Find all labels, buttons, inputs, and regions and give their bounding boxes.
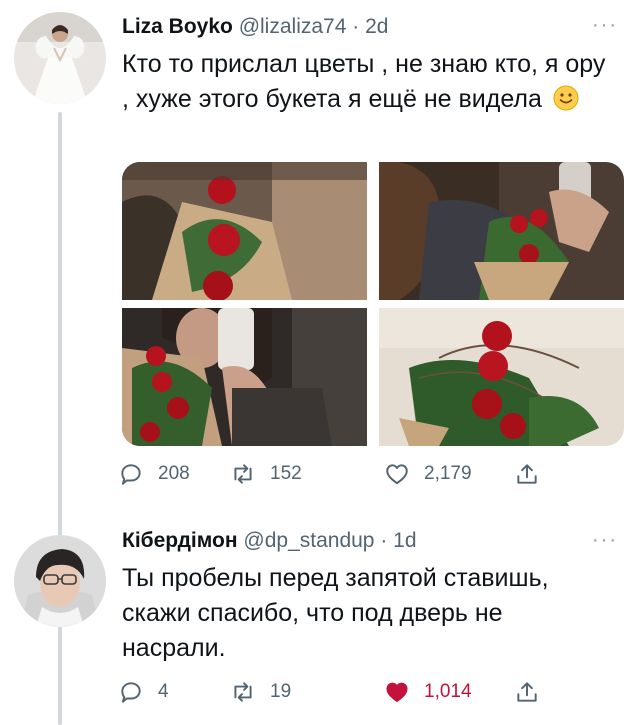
photo-2[interactable] — [379, 162, 624, 300]
share-icon — [517, 464, 537, 484]
media-grid — [122, 162, 624, 446]
photo-3[interactable] — [122, 308, 367, 446]
reply-icon — [121, 464, 141, 485]
like-count: 1,014 — [424, 681, 472, 702]
tweet-2[interactable]: Кібердімон @dp_standup · 1d ··· Ты пробе… — [0, 505, 640, 725]
retweet-button[interactable]: 19 — [230, 675, 291, 709]
retweet-button[interactable]: 152 — [230, 457, 302, 491]
avatar[interactable] — [14, 535, 106, 627]
share-icon — [517, 682, 537, 702]
retweet-count: 19 — [270, 681, 292, 702]
separator-dot: · — [352, 15, 360, 38]
more-options-icon[interactable]: ··· — [592, 14, 618, 37]
timestamp[interactable]: 1d — [393, 529, 416, 552]
reply-count: 4 — [158, 681, 169, 702]
retweet-count: 152 — [270, 463, 302, 484]
display-name[interactable]: Liza Boyko — [122, 15, 233, 38]
share-button[interactable] — [514, 457, 540, 491]
heart-filled-icon — [386, 682, 408, 702]
like-count: 2,179 — [424, 463, 472, 484]
like-button[interactable]: 1,014 — [384, 675, 472, 709]
tweet-header: Liza Boyko @lizaliza74 · 2d — [122, 15, 388, 39]
tweet-text: Ты пробелы перед запятой ставишь, скажи … — [122, 561, 602, 666]
photo-4[interactable] — [379, 308, 624, 446]
heart-icon — [386, 464, 408, 485]
separator-dot: · — [380, 529, 388, 552]
reply-button[interactable]: 4 — [118, 675, 169, 709]
user-handle[interactable]: @lizaliza74 — [239, 15, 347, 38]
tweet-actions: 208 152 2,179 — [118, 457, 558, 491]
slightly-smiling-face-icon — [553, 85, 579, 111]
tweet-1[interactable]: Liza Boyko @lizaliza74 · 2d ··· Кто то п… — [0, 0, 640, 722]
tweet-actions: 4 19 1,014 — [118, 675, 558, 709]
retweet-icon — [234, 464, 252, 484]
display-name[interactable]: Кібердімон — [122, 529, 238, 552]
tweet-text-content: Кто то прислал цветы , не знаю кто, я ор… — [122, 50, 606, 113]
user-handle[interactable]: @dp_standup — [243, 529, 374, 552]
like-button[interactable]: 2,179 — [384, 457, 472, 491]
retweet-icon — [234, 682, 252, 702]
reply-count: 208 — [158, 463, 190, 484]
tweet-header: Кібердімон @dp_standup · 1d — [122, 529, 417, 553]
photo-1[interactable] — [122, 162, 367, 300]
tweet-text-content: Ты пробелы перед запятой ставишь, скажи … — [122, 564, 549, 662]
tweet-text: Кто то прислал цветы , не знаю кто, я ор… — [122, 47, 612, 117]
avatar[interactable] — [14, 12, 106, 104]
thread-line — [58, 635, 62, 725]
share-button[interactable] — [514, 675, 540, 709]
more-options-icon[interactable]: ··· — [592, 529, 618, 552]
timestamp[interactable]: 2d — [365, 15, 388, 38]
reply-button[interactable]: 208 — [118, 457, 190, 491]
reply-icon — [121, 682, 141, 703]
